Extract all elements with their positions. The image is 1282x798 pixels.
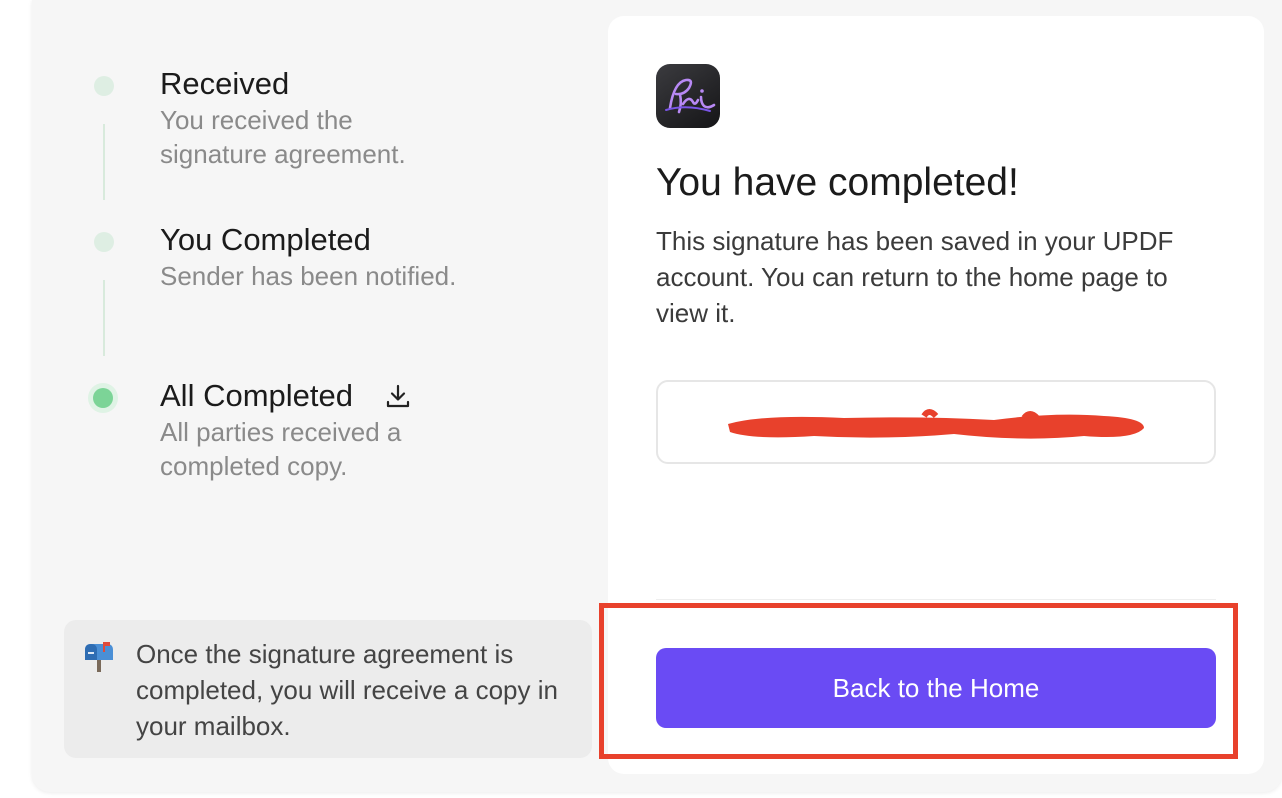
timeline-connector xyxy=(103,124,105,200)
step-description: All parties received a completed copy. xyxy=(160,417,402,481)
step-received-dot xyxy=(94,76,114,96)
download-icon[interactable] xyxy=(385,383,411,409)
divider xyxy=(656,599,1216,600)
step-title: Received xyxy=(160,66,290,101)
redaction-scribble xyxy=(728,409,1144,439)
step-title: All Completed xyxy=(160,378,353,413)
back-to-home-button[interactable]: Back to the Home xyxy=(656,648,1216,728)
step-all-completed-dot xyxy=(93,388,113,408)
step-description: You received the signature agreement. xyxy=(160,105,406,169)
signing-status-card: Received You received the signature agre… xyxy=(32,0,1282,792)
completion-panel: You have completed! This signature has b… xyxy=(608,16,1264,774)
email-display xyxy=(656,380,1216,464)
page-title: You have completed! xyxy=(656,161,1019,204)
step-title: You Completed xyxy=(160,222,371,257)
step-description: Sender has been notified. xyxy=(160,261,457,291)
notice-text: Once the signature agreement is complete… xyxy=(136,639,558,741)
completion-description: This signature has been saved in your UP… xyxy=(656,226,1174,328)
updf-sign-logo xyxy=(656,64,720,128)
mailbox-icon xyxy=(85,642,113,672)
mailbox-notice: Once the signature agreement is complete… xyxy=(64,620,592,758)
step-you-completed-dot xyxy=(94,232,114,252)
timeline-connector xyxy=(103,280,105,356)
